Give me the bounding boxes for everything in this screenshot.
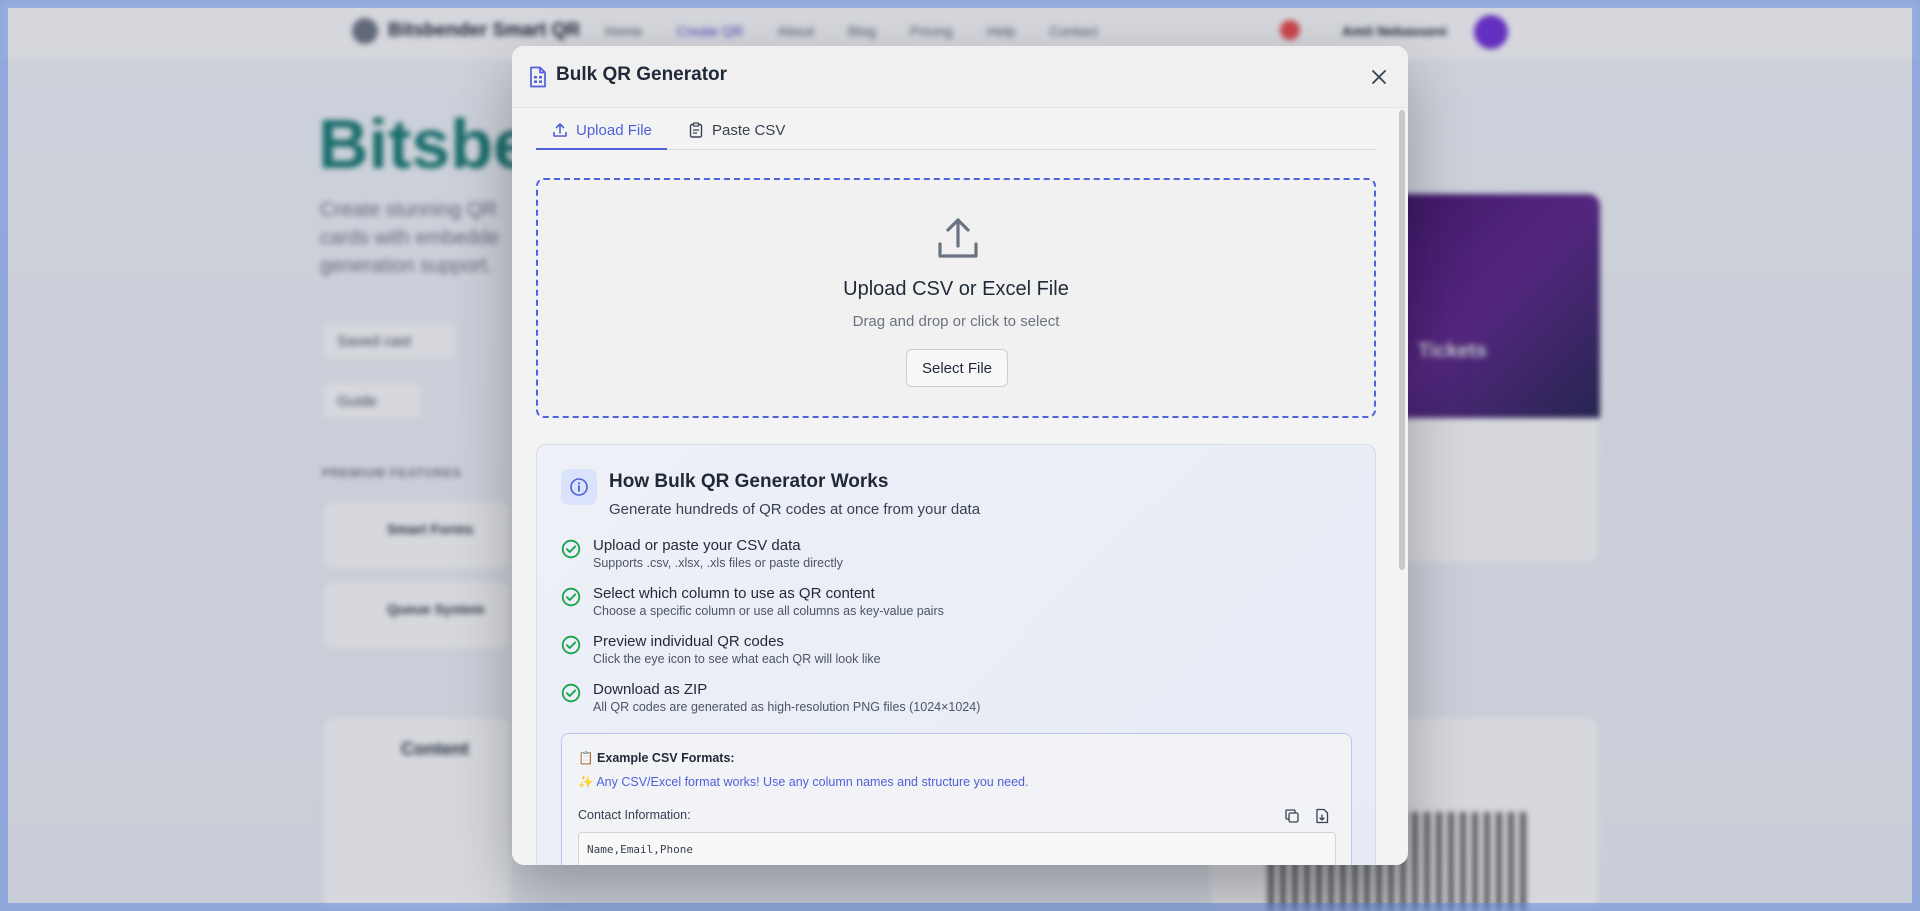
how-it-works-panel: How Bulk QR Generator Works Generate hun… xyxy=(536,444,1376,865)
step-description: All QR codes are generated as high-resol… xyxy=(593,700,981,714)
upload-icon xyxy=(938,218,978,258)
info-subtitle: Generate hundreds of QR codes at once fr… xyxy=(609,501,981,518)
file-dropzone[interactable]: Upload CSV or Excel File Drag and drop o… xyxy=(536,178,1376,418)
info-badge xyxy=(561,469,597,505)
step-description: Click the eye icon to see what each QR w… xyxy=(593,652,881,666)
download-file-icon[interactable] xyxy=(1314,808,1330,824)
info-icon xyxy=(570,478,588,496)
step-title: Download as ZIP xyxy=(593,681,708,698)
tab-paste-csv[interactable]: Paste CSV xyxy=(688,114,798,150)
dropzone-title: Upload CSV or Excel File xyxy=(843,278,1069,300)
document-icon xyxy=(530,66,546,88)
examples-note: ✨ Any CSV/Excel format works! Use any co… xyxy=(578,775,1029,789)
check-circle-icon xyxy=(561,683,581,703)
tab-upload-file[interactable]: Upload File xyxy=(536,114,667,150)
examples-title: 📋 Example CSV Formats: xyxy=(578,751,735,765)
copy-icon[interactable] xyxy=(1284,808,1300,824)
info-title: How Bulk QR Generator Works xyxy=(609,471,889,492)
check-circle-icon xyxy=(561,587,581,607)
example-label: Contact Information: xyxy=(578,808,691,822)
check-circle-icon xyxy=(561,635,581,655)
example-formats-box: 📋 Example CSV Formats: ✨ Any CSV/Excel f… xyxy=(561,733,1352,865)
tab-label: Paste CSV xyxy=(712,122,786,139)
upload-icon xyxy=(553,123,567,137)
step-title: Preview individual QR codes xyxy=(593,633,784,650)
modal-scrollbar[interactable] xyxy=(1399,110,1405,570)
modal-header: Bulk QR Generator xyxy=(512,46,1408,108)
tab-bar: Upload File Paste CSV xyxy=(536,114,1376,150)
select-file-button[interactable]: Select File xyxy=(906,349,1008,387)
close-icon[interactable] xyxy=(1368,66,1390,88)
modal-title: Bulk QR Generator xyxy=(556,64,728,85)
example-csv-code: Name,Email,Phone xyxy=(578,832,1336,865)
list-item: Download as ZIP All QR codes are generat… xyxy=(561,681,1341,721)
check-circle-icon xyxy=(561,539,581,559)
tab-label: Upload File xyxy=(576,122,652,139)
clipboard-icon xyxy=(689,122,703,138)
bulk-qr-modal: Bulk QR Generator Upload File Paste CSV xyxy=(512,46,1408,865)
step-title: Select which column to use as QR content xyxy=(593,585,875,602)
step-description: Supports .csv, .xlsx, .xls files or past… xyxy=(593,556,843,570)
step-description: Choose a specific column or use all colu… xyxy=(593,604,944,618)
dropzone-subtitle: Drag and drop or click to select xyxy=(852,313,1060,330)
step-title: Upload or paste your CSV data xyxy=(593,537,801,554)
list-item: Upload or paste your CSV data Supports .… xyxy=(561,537,1341,577)
list-item: Select which column to use as QR content… xyxy=(561,585,1341,625)
list-item: Preview individual QR codes Click the ey… xyxy=(561,633,1341,673)
